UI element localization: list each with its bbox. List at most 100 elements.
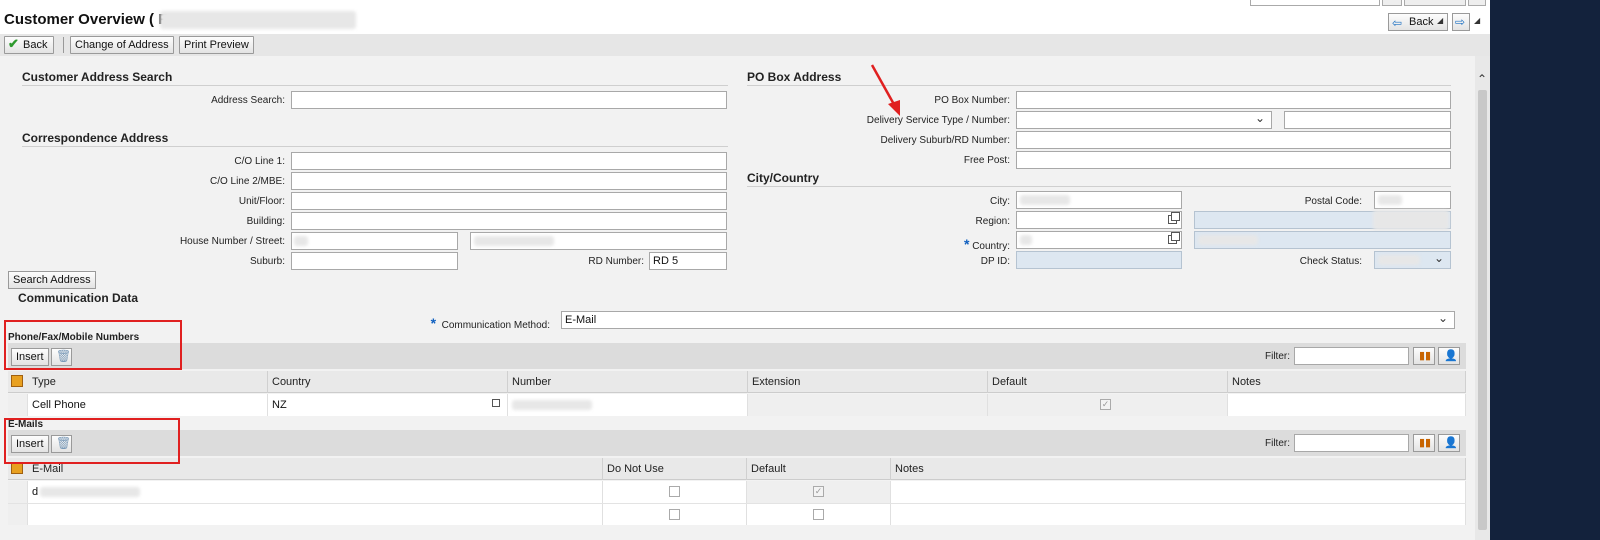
phones-col-extension[interactable]: Extension [748,371,988,393]
phones-filter-label: Filter: [1265,351,1290,362]
phones-filter-input[interactable] [1294,347,1409,365]
table-row[interactable] [8,503,1466,525]
annotation-box [4,320,182,370]
building-label: Building: [246,216,285,227]
value-help-icon[interactable] [1168,212,1180,224]
check-status-dropdown[interactable] [1374,250,1451,269]
delivery-suburb-input[interactable] [1016,131,1451,149]
city-label: City: [990,196,1010,207]
phone-default-cell: ✓ [988,394,1228,416]
email-default-cell: ✓ [747,481,891,503]
delivery-service-label: Delivery Service Type / Number: [866,115,1010,126]
change-of-address-button[interactable]: Change of Address [70,36,174,54]
suburb-input[interactable] [291,252,458,270]
emails-filter-label: Filter: [1265,438,1290,449]
communication-method-dropdown[interactable]: E-Mail [561,310,1455,329]
search-address-button[interactable]: Search Address [8,271,96,289]
house-number-input[interactable] [291,232,458,250]
emails-chart-button[interactable]: ▮▮ [1413,434,1435,452]
back-button[interactable]: ✔ Back [4,36,54,54]
scroll-up-icon[interactable]: ⌃ [1477,72,1487,86]
forward-button[interactable]: ⇨ [1452,13,1470,31]
email-notes-cell[interactable] [891,504,1466,525]
delivery-service-type-dropdown[interactable] [1016,110,1272,129]
co-line1-input[interactable] [291,152,727,170]
search-field-top[interactable] [1250,0,1380,6]
table-row[interactable]: Cell Phone NZ ✓ [8,394,1466,416]
phones-col-notes[interactable]: Notes [1228,371,1466,393]
table-settings-icon[interactable] [11,375,23,387]
unit-floor-input[interactable] [291,192,727,210]
do-not-use-checkbox[interactable] [669,486,680,497]
header-divider [22,85,728,86]
email-default-cell [747,504,891,525]
required-asterisk-icon: * [963,236,970,252]
emails-filter-input[interactable] [1294,434,1409,452]
po-box-number-input[interactable] [1016,91,1451,109]
row-selector[interactable] [8,504,28,525]
row-selector[interactable] [8,394,28,416]
go-button[interactable] [1382,0,1402,6]
phones-col-country[interactable]: Country [268,371,508,393]
unit-floor-label: Unit/Floor: [238,196,285,207]
country-input[interactable] [1016,231,1182,249]
address-search-input[interactable] [291,91,727,109]
region-input[interactable] [1016,211,1182,229]
dp-id-field [1016,251,1182,269]
phone-number-cell [508,394,748,416]
desktop-background [1490,0,1600,540]
address-search-header: Customer Address Search [22,70,173,84]
emails-toolbar [8,430,1466,456]
phones-toolbar [8,343,1466,369]
rd-number-input[interactable]: RD 5 [649,252,727,270]
back-dropdown-icon[interactable]: ◢ [1437,16,1443,25]
emails-col-do-not-use[interactable]: Do Not Use [603,458,747,480]
phones-col-type[interactable]: Type [28,371,268,393]
default-checkbox: ✓ [813,486,824,497]
print-preview-button[interactable]: Print Preview [179,36,254,54]
scrollbar-thumb[interactable] [1478,90,1487,530]
country-label: * Country: [963,236,1010,252]
phones-col-number[interactable]: Number [508,371,748,393]
street-input[interactable] [470,232,727,250]
phones-table-header: Type Country Number Extension Default No… [8,371,1466,393]
emails-table-header: E-Mail Do Not Use Default Notes [8,458,1466,480]
personalize-icon: 👤 [1444,437,1458,449]
value-help-icon[interactable] [1168,232,1180,244]
default-checkbox: ✓ [1100,399,1111,410]
back-label: Back [23,39,48,51]
phones-col-default[interactable]: Default [988,371,1228,393]
default-checkbox[interactable] [813,509,824,520]
email-notes-cell[interactable] [891,481,1466,503]
back-arrow-icon: ⇦ [1392,16,1403,30]
building-input[interactable] [291,212,727,230]
header-divider [747,85,1451,86]
emails-col-default[interactable]: Default [747,458,891,480]
phone-notes-cell[interactable] [1228,394,1466,416]
advanced-button[interactable] [1404,0,1466,6]
value-help-icon[interactable] [492,399,500,407]
forward-dropdown-icon[interactable]: ◢ [1474,16,1480,25]
delivery-service-number-input[interactable] [1284,111,1451,129]
email-cell[interactable] [28,504,603,525]
co-line2-input[interactable] [291,172,727,190]
city-input[interactable] [1016,191,1182,209]
do-not-use-checkbox[interactable] [669,509,680,520]
phones-personalize-button[interactable]: 👤 [1438,347,1460,365]
emails-col-notes[interactable]: Notes [891,458,1466,480]
table-row[interactable]: d ✓ [8,481,1466,503]
postal-code-input[interactable] [1374,191,1451,209]
toolbar-divider [63,37,64,53]
free-post-input[interactable] [1016,151,1451,169]
correspondence-header: Correspondence Address [22,131,169,145]
emails-personalize-button[interactable]: 👤 [1438,434,1460,452]
annotation-arrow-icon [870,64,900,116]
options-button[interactable] [1468,0,1486,6]
city-country-header: City/Country [747,171,819,185]
po-box-header: PO Box Address [747,70,842,84]
row-selector[interactable] [8,481,28,503]
po-box-number-label: PO Box Number: [934,95,1010,106]
delivery-suburb-label: Delivery Suburb/RD Number: [880,135,1011,146]
phones-chart-button[interactable]: ▮▮ [1413,347,1435,365]
vertical-scrollbar[interactable]: ⌃ [1475,56,1490,540]
